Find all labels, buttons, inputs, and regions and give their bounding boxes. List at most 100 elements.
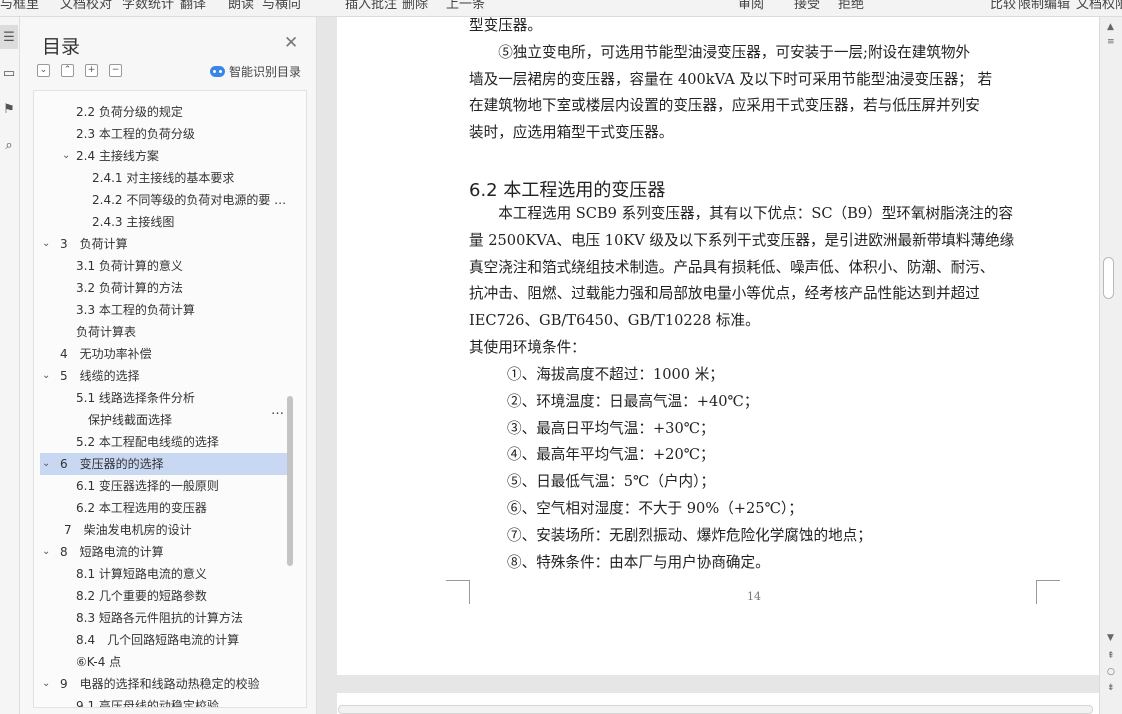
page-number: 14 xyxy=(747,590,761,603)
more-options-icon[interactable]: … xyxy=(271,403,285,418)
toc-item[interactable]: 4 无功功率补偿 xyxy=(40,343,288,365)
toolbar-item[interactable]: 与横向 xyxy=(262,0,301,12)
toolbar-item[interactable]: 文档校对 xyxy=(60,0,112,12)
page-thumbnail-icon[interactable]: ▭ xyxy=(0,61,18,85)
toc-scrollbar-thumb[interactable] xyxy=(287,396,293,566)
crop-mark xyxy=(1036,580,1060,604)
toc-item[interactable]: 保护线截面选择 xyxy=(40,409,288,431)
condition-list-item: ①、海拔高度不超过：1000 米； xyxy=(507,366,724,383)
toc-item[interactable]: 9.1 高压母线的动稳定校验 xyxy=(40,695,288,708)
body-text-line: 型变压器。 xyxy=(469,17,542,34)
chevron-down-icon[interactable]: ⌄ xyxy=(42,541,50,563)
toc-item[interactable]: 3.2 负荷计算的方法 xyxy=(40,277,288,299)
toc-item[interactable]: 2.2 负荷分级的规定 xyxy=(40,101,288,123)
toc-item[interactable]: ⌄ 6 变压器的的选择 xyxy=(40,453,288,475)
toc-item-label: 5.2 本工程配电线缆的选择 xyxy=(76,435,219,449)
toc-item[interactable]: 3.3 本工程的负荷计算 xyxy=(40,299,288,321)
toc-item[interactable]: 2.4.1 对主接线的基本要求 xyxy=(40,167,288,189)
close-icon[interactable]: ✕ xyxy=(284,33,298,53)
toc-item-label: 9 电器的选择和线路动热稳定的校验 xyxy=(60,677,260,691)
toc-item[interactable]: 8.1 计算短路电流的意义 xyxy=(40,563,288,585)
body-text-line: 本工程选用 SCB9 系列变压器，其有以下优点：SC（B9）型环氧树脂浇注的容 xyxy=(469,205,1014,222)
toc-list: 9.1 高压母线的动稳定校验 ⌄ 9 电器的选择和线路动热稳定的校验 ⑥K-4 点 8.… xyxy=(33,90,307,708)
collapse-all-icon[interactable]: ⌄ xyxy=(37,64,50,77)
vertical-scrollbar-thumb[interactable] xyxy=(1103,257,1114,299)
bookmark-icon[interactable]: ⚑ xyxy=(0,97,18,121)
chevron-down-icon[interactable]: ⌄ xyxy=(42,453,50,475)
toc-item[interactable]: ⌄ 8 短路电流的计算 xyxy=(40,541,288,563)
ribbon-toolbar: 与框里 文档校对 字数统计 翻译 朗读 与横向 插入批注 删除 上一条 审阅 接受 拒绝 比较 限制编辑文… xyxy=(0,0,1122,17)
document-area: 14 型变压器。 ⑤独立变电所，可选用节能型油浸变压器，可安装于一层;附设在建筑… xyxy=(318,17,1099,714)
smart-toc-label: 智能识别目录 xyxy=(229,65,302,79)
toolbar-item[interactable]: 插入批注 xyxy=(345,0,397,12)
next-page-icon[interactable]: ⇟ xyxy=(1107,683,1115,693)
toc-item[interactable]: ⌄ 9 电器的选择和线路动热稳定的校验 xyxy=(40,673,288,695)
toolbar-item[interactable]: 接受 xyxy=(794,0,820,12)
toolbar-item[interactable]: 限制编辑 xyxy=(1018,0,1070,12)
prev-page-icon[interactable]: ⇞ xyxy=(1107,651,1115,661)
toc-item-label: 6 变压器的的选择 xyxy=(60,457,164,471)
toolbar-item[interactable]: 文档权限 xyxy=(1076,0,1122,12)
scroll-down-icon[interactable]: ▼ xyxy=(1107,633,1114,643)
toolbar-item[interactable]: 与框里 xyxy=(0,0,39,12)
toc-item[interactable]: 8.2 几个重要的短路参数 xyxy=(40,585,288,607)
toc-item-label: 7 柴油发电机房的设计 xyxy=(64,523,192,537)
select-browse-icon[interactable]: ○ xyxy=(1107,667,1115,677)
toc-item[interactable]: 8.3 短路各元件阻抗的计算方法 xyxy=(40,607,288,629)
condition-list-item: ②、环境温度：日最高气温：+40℃； xyxy=(507,392,759,410)
toc-item[interactable]: ⌄ 3 负荷计算 xyxy=(40,233,288,255)
chevron-down-icon[interactable]: ⌄ xyxy=(42,233,50,255)
toc-item-label: 2.2 负荷分级的规定 xyxy=(76,105,183,119)
search-icon[interactable]: ⌕ xyxy=(0,133,18,157)
toc-item[interactable]: 2.3 本工程的负荷分级 xyxy=(40,123,288,145)
toolbar-item[interactable]: 拒绝 xyxy=(838,0,864,12)
condition-list-item: ⑦、安装场所：无剧烈振动、爆炸危险化学腐蚀的地点； xyxy=(507,526,872,544)
scroll-up-icon[interactable]: ▲ xyxy=(1107,22,1114,32)
toc-item[interactable]: 3.1 负荷计算的意义 xyxy=(40,255,288,277)
remove-heading-icon[interactable]: − xyxy=(109,64,122,77)
condition-list-item: ③、最高日平均气温：+30℃； xyxy=(507,419,715,437)
body-text-line: IEC726、GB/T6450、GB/T10228 标准。 xyxy=(469,312,760,330)
horizontal-scrollbar[interactable] xyxy=(338,705,1093,714)
toolbar-item[interactable]: 上一条 xyxy=(446,0,485,12)
toc-item[interactable]: 2.4.2 不同等级的负荷对电源的要 … xyxy=(40,189,288,211)
toc-item-label: 2.4.3 主接线图 xyxy=(92,215,175,229)
toc-item[interactable]: ⌄ 2.4 主接线方案 xyxy=(40,145,288,167)
toc-item-label: 6.1 变压器选择的一般原则 xyxy=(76,479,219,493)
toc-item[interactable]: 2.4.3 主接线图 xyxy=(40,211,288,233)
toc-item[interactable]: 8.4 几个回路短路电流的计算 xyxy=(40,629,288,651)
toc-item[interactable]: ⌄ 5 线缆的选择 xyxy=(40,365,288,387)
toc-item-label: 8.4 几个回路短路电流的计算 xyxy=(76,633,240,647)
toc-item-label: 2.4.1 对主接线的基本要求 xyxy=(92,171,235,185)
toc-panel-icon[interactable]: ☰ xyxy=(0,25,18,49)
smart-toc-button[interactable]: 智能识别目录 xyxy=(210,63,301,80)
toc-item[interactable]: 5.2 本工程配电线缆的选择 xyxy=(40,431,288,453)
document-page[interactable]: 14 型变压器。 ⑤独立变电所，可选用节能型油浸变压器，可安装于一层;附设在建筑… xyxy=(337,17,1099,675)
toolbar-item[interactable]: 翻译 xyxy=(180,0,206,12)
toc-item-label: 2.3 本工程的负荷分级 xyxy=(76,127,195,141)
toc-item[interactable]: 6.2 本工程选用的变压器 xyxy=(40,497,288,519)
add-heading-icon[interactable]: + xyxy=(85,64,98,77)
toc-item-label: 5 线缆的选择 xyxy=(60,369,140,383)
chevron-down-icon[interactable]: ⌄ xyxy=(42,365,50,387)
toc-item-label: 8.1 计算短路电流的意义 xyxy=(76,567,207,581)
toc-item[interactable]: 5.1 线路选择条件分析 xyxy=(40,387,288,409)
toolbar-item[interactable]: 字数统计 xyxy=(122,0,174,12)
toolbar-item[interactable]: 朗读 xyxy=(228,0,254,12)
toc-item-label: 2.4 主接线方案 xyxy=(76,149,159,163)
toolbar-item[interactable]: 比较 xyxy=(990,0,1016,12)
body-text-line: ⑤独立变电所，可选用节能型油浸变压器，可安装于一层;附设在建筑物外 xyxy=(469,43,971,61)
scroll-top-icon[interactable]: ≡ xyxy=(1107,37,1115,47)
toc-item[interactable]: 负荷计算表 xyxy=(40,321,288,343)
vertical-scrollbar[interactable]: ▲ ≡ ▼ ⇞ ○ ⇟ xyxy=(1099,17,1122,714)
expand-up-icon[interactable]: ⌃ xyxy=(61,64,74,77)
toc-item[interactable]: 6.1 变压器选择的一般原则 xyxy=(40,475,288,497)
toc-item-label: 9.1 高压母线的动稳定校验 xyxy=(76,699,219,708)
toc-item[interactable]: ⑥K-4 点 xyxy=(40,651,288,673)
toolbar-item[interactable]: 审阅 xyxy=(738,0,764,12)
chevron-down-icon[interactable]: ⌄ xyxy=(62,145,70,167)
left-icon-rail: ☰ ▭ ⚑ ⌕ xyxy=(0,17,20,714)
chevron-down-icon[interactable]: ⌄ xyxy=(42,673,50,695)
toolbar-item[interactable]: 删除 xyxy=(402,0,428,12)
toc-item[interactable]: 7 柴油发电机房的设计 xyxy=(40,519,288,541)
